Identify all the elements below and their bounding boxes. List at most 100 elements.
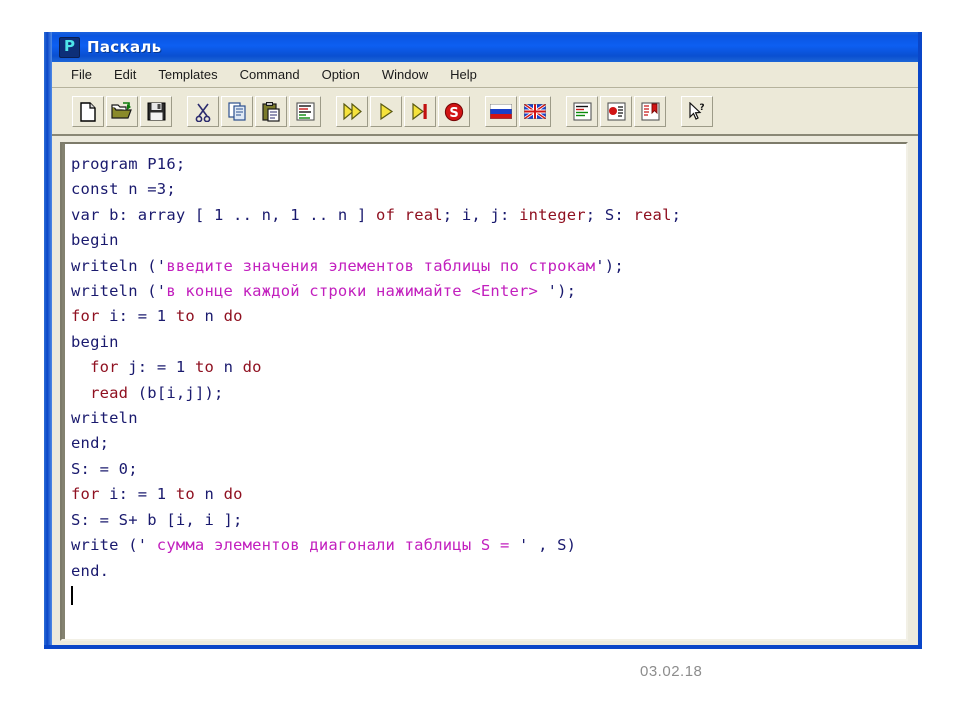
code-token: to	[175, 307, 195, 326]
menu-item-window[interactable]: Window	[373, 65, 437, 84]
toolbar-group-run: S	[336, 96, 472, 127]
code-token: for	[71, 485, 100, 504]
code-editor-surface[interactable]: program P16; const n =3; var b: array [ …	[62, 144, 906, 639]
toolbar-group-view	[566, 96, 668, 127]
code-token: writeln ('	[71, 256, 167, 275]
svg-text:S: S	[449, 106, 458, 121]
help-pointer-icon: ?	[687, 101, 707, 122]
document-bookmark-icon	[640, 102, 660, 121]
menu-item-templates[interactable]: Templates	[149, 65, 226, 84]
code-token: ;	[671, 205, 682, 224]
code-token: S: = S+ b [i, i ];	[71, 510, 243, 529]
save-button[interactable]	[140, 96, 172, 127]
code-token: введите значения элементов таблицы по ст…	[166, 256, 596, 275]
code-token: begin	[71, 231, 119, 250]
code-token: of	[376, 205, 396, 224]
step-button[interactable]	[370, 96, 402, 127]
bookmark-button[interactable]	[634, 96, 666, 127]
pascal-logo-letter: P	[64, 37, 75, 55]
code-token: end;	[71, 434, 110, 453]
new-file-icon	[79, 101, 97, 122]
code-token: integer	[519, 205, 586, 224]
copy-button[interactable]	[221, 96, 253, 127]
code-token: n	[194, 485, 224, 504]
pascal-logo-icon: P	[59, 36, 80, 58]
code-token: j: = 1	[118, 358, 195, 377]
language-english-button[interactable]	[519, 96, 551, 127]
menu-item-option[interactable]: Option	[313, 65, 369, 84]
document-lines-icon	[572, 102, 592, 121]
run-to-end-button[interactable]	[404, 96, 436, 127]
code-token: в конце каждой строки нажимайте <Enter>	[166, 282, 548, 301]
cut-scissors-icon	[194, 102, 212, 122]
document-stop-icon	[606, 102, 626, 121]
context-help-button[interactable]: ?	[681, 96, 713, 127]
document-view-button[interactable]	[566, 96, 598, 127]
window-title: Паскаль	[87, 38, 162, 56]
menu-item-edit[interactable]: Edit	[105, 65, 145, 84]
text-caret	[71, 585, 73, 605]
run-to-end-icon	[411, 102, 429, 121]
code-token: real	[404, 205, 443, 224]
play-step-icon	[378, 102, 395, 121]
copy-icon	[227, 102, 247, 121]
code-token: ; i, j:	[442, 205, 520, 224]
menu-item-help[interactable]: Help	[441, 65, 486, 84]
code-token: n	[214, 358, 243, 377]
run-button[interactable]	[336, 96, 368, 127]
window-left-border	[44, 32, 52, 649]
code-token: i: = 1	[99, 307, 176, 326]
toolbar-group-help: ?	[681, 96, 715, 127]
code-token: do	[223, 485, 243, 504]
code-editor-panel[interactable]: program P16; const n =3; var b: array [ …	[60, 142, 908, 641]
code-token: writeln ('	[71, 282, 167, 301]
code-token: real	[633, 205, 672, 224]
window-bottom-border	[44, 645, 922, 649]
stop-sign-icon: S	[444, 102, 464, 122]
cut-button[interactable]	[187, 96, 219, 127]
code-token: do	[223, 307, 243, 326]
format-button[interactable]	[289, 96, 321, 127]
code-token: to	[175, 485, 195, 504]
code-token: (b[i,j]);	[128, 383, 224, 402]
code-token: read	[90, 383, 129, 402]
open-folder-icon	[111, 102, 133, 121]
open-folder-button[interactable]	[106, 96, 138, 127]
code-token: var b: array [ 1 .. n, 1 .. n ]	[71, 205, 377, 224]
code-token: S: = 0;	[71, 459, 138, 478]
code-token: begin	[71, 332, 119, 351]
application-window: P Паскаль File Edit Templates Command Op…	[44, 32, 922, 649]
russian-flag-icon	[490, 104, 512, 119]
code-token: write ('	[71, 536, 157, 555]
code-token: program P16;	[71, 155, 186, 173]
new-file-button[interactable]	[72, 96, 104, 127]
paste-button[interactable]	[255, 96, 287, 127]
save-disk-icon	[147, 102, 166, 121]
code-token: сумма элементов диагонали таблицы S =	[156, 536, 520, 555]
code-token: const n =3;	[71, 180, 176, 199]
uk-flag-icon	[524, 104, 546, 119]
menu-item-command[interactable]: Command	[231, 65, 309, 84]
toolbar: S ?	[52, 89, 918, 136]
breakpoint-button[interactable]	[600, 96, 632, 127]
menu-item-file[interactable]: File	[62, 65, 101, 84]
run-fast-forward-icon	[342, 102, 363, 121]
window-right-border	[918, 32, 922, 649]
format-lines-icon	[295, 102, 315, 121]
toolbar-group-clipboard	[187, 96, 323, 127]
stop-button[interactable]: S	[438, 96, 470, 127]
code-token: ');	[595, 256, 624, 275]
code-token: ' , S)	[519, 536, 577, 555]
code-token: writeln	[71, 409, 138, 428]
menu-bar: File Edit Templates Command Option Windo…	[52, 62, 918, 88]
svg-text:?: ?	[699, 103, 704, 113]
language-russian-button[interactable]	[485, 96, 517, 127]
title-bar: P Паскаль	[52, 32, 918, 62]
code-token: ');	[547, 282, 577, 301]
code-token: to	[194, 358, 215, 377]
toolbar-group-file	[72, 96, 174, 127]
source-code[interactable]: program P16; const n =3; var b: array [ …	[71, 152, 906, 609]
